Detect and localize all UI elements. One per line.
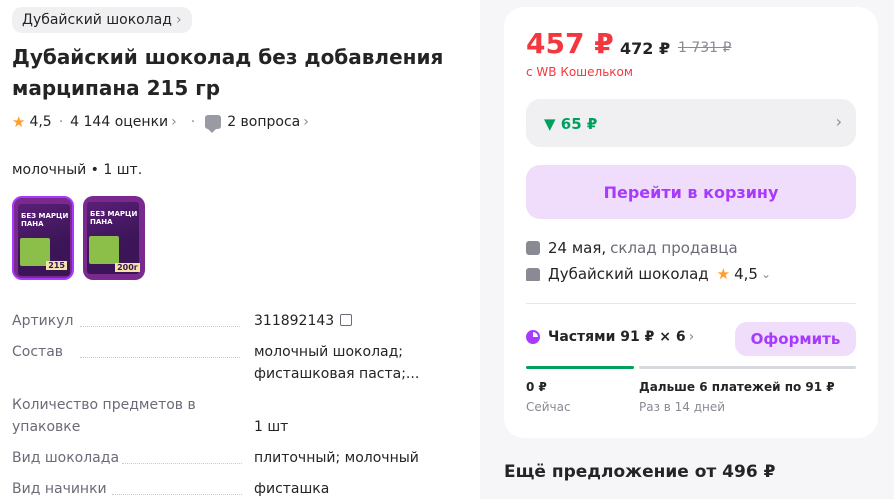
package-text: БЕЗ МАРЦИ ПАНА xyxy=(90,210,138,226)
spec-key: Вид начинки xyxy=(12,481,107,497)
spec-value: плиточный; молочный xyxy=(254,450,419,466)
ratings-count-link[interactable]: 4 144 оценки xyxy=(70,114,168,130)
spec-value: фисташка xyxy=(254,481,330,497)
spec-value: 1 шт xyxy=(254,419,289,435)
installment-progress-now xyxy=(526,366,634,369)
package-text: БЕЗ МАРЦИ ПАНА xyxy=(21,212,69,228)
wallet-price: 457 ₽ xyxy=(526,27,614,60)
shop-icon xyxy=(526,267,540,281)
variant-thumb[interactable]: БЕЗ МАРЦИ ПАНА 200г xyxy=(83,196,145,280)
discount-row[interactable]: ▼ 65 ₽ › xyxy=(526,99,856,147)
seller-rating: 4,5 xyxy=(734,265,758,283)
spec-key: Вид шоколада xyxy=(12,450,120,466)
separator: · xyxy=(190,114,196,130)
installment-progress-later xyxy=(639,366,856,369)
divider xyxy=(526,303,856,304)
question-icon xyxy=(205,115,222,133)
breadcrumb-label[interactable]: Дубайский шоколад xyxy=(22,12,172,28)
wallet-note: с WB Кошельком xyxy=(526,65,633,79)
installments-link[interactable]: Частями 91 ₽ × 6 › xyxy=(526,329,694,345)
star-icon: ★ xyxy=(12,113,26,131)
chevron-right-icon: › xyxy=(835,112,842,131)
questions-link[interactable]: 2 вопроса xyxy=(227,114,300,130)
spec-key: Количество предметов в упаковке xyxy=(12,397,196,435)
star-icon: ★ xyxy=(716,265,731,283)
separator: · xyxy=(58,114,64,130)
chevron-right-icon: › xyxy=(688,329,695,345)
variant-thumb-selected[interactable]: БЕЗ МАРЦИ ПАНА 215 xyxy=(12,196,74,280)
dots-divider xyxy=(80,326,240,327)
dots-divider xyxy=(80,357,240,358)
next-payments-when: Раз в 14 дней xyxy=(639,400,726,414)
spec-value[interactable]: 311892143 xyxy=(254,310,454,332)
chevron-down-icon[interactable]: ⌄ xyxy=(761,267,771,281)
seller-name[interactable]: Дубайский шоколад xyxy=(548,265,709,283)
buy-card: 457 ₽ 472 ₽ 1 731 ₽ с WB Кошельком ▼ 65 … xyxy=(504,7,878,438)
spec-key: Состав xyxy=(12,344,64,360)
go-to-cart-button[interactable]: Перейти в корзину xyxy=(526,165,856,219)
old-price: 1 731 ₽ xyxy=(678,40,732,56)
package-weight: 200г xyxy=(115,263,140,272)
checkout-installments-button[interactable]: Оформить xyxy=(735,322,856,356)
product-title: Дубайский шоколад без добавления марципа… xyxy=(12,45,444,100)
spec-key: Артикул xyxy=(12,313,74,329)
article-number[interactable]: 311892143 xyxy=(254,313,334,329)
pistachio-image xyxy=(89,236,119,264)
delivery-source: склад продавца xyxy=(610,239,738,257)
price: 472 ₽ xyxy=(620,39,671,58)
copy-icon[interactable] xyxy=(340,314,353,326)
more-offers-heading: Ещё предложение от 496 ₽ xyxy=(504,462,776,482)
delivery-info: 24 мая, склад продавца xyxy=(526,239,738,257)
variant-label: молочный • 1 шт. xyxy=(12,162,143,178)
rating-value: 4,5 xyxy=(29,114,52,130)
installments-label[interactable]: Частями 91 ₽ × 6 xyxy=(548,329,686,345)
seller-info[interactable]: Дубайский шоколад ★ 4,5 ⌄ xyxy=(526,265,771,283)
delivery-date: 24 мая, xyxy=(548,239,607,257)
box-icon xyxy=(526,241,540,255)
first-payment: 0 ₽ xyxy=(526,380,547,394)
dots-divider xyxy=(122,463,242,464)
spec-value: молочный шоколад; фисташковая паста;... xyxy=(254,344,420,382)
installment-icon xyxy=(526,330,540,344)
dots-divider xyxy=(112,494,242,495)
breadcrumb[interactable]: Дубайский шоколад › xyxy=(12,7,192,33)
chevron-right-icon: › xyxy=(175,12,182,28)
next-payments: Дальше 6 платежей по 91 ₽ xyxy=(639,380,835,394)
chevron-right-icon: › xyxy=(171,114,177,130)
first-payment-when: Сейчас xyxy=(526,400,571,414)
product-info-panel: Дубайский шоколад › Дубайский шоколад бе… xyxy=(0,0,480,499)
chevron-right-icon: › xyxy=(303,114,309,130)
rating-row: ★ 4,5 · 4 144 оценки › · 2 вопроса › xyxy=(12,113,309,133)
package-weight: 215 xyxy=(46,261,67,270)
discount-value: ▼ 65 ₽ xyxy=(544,115,598,133)
